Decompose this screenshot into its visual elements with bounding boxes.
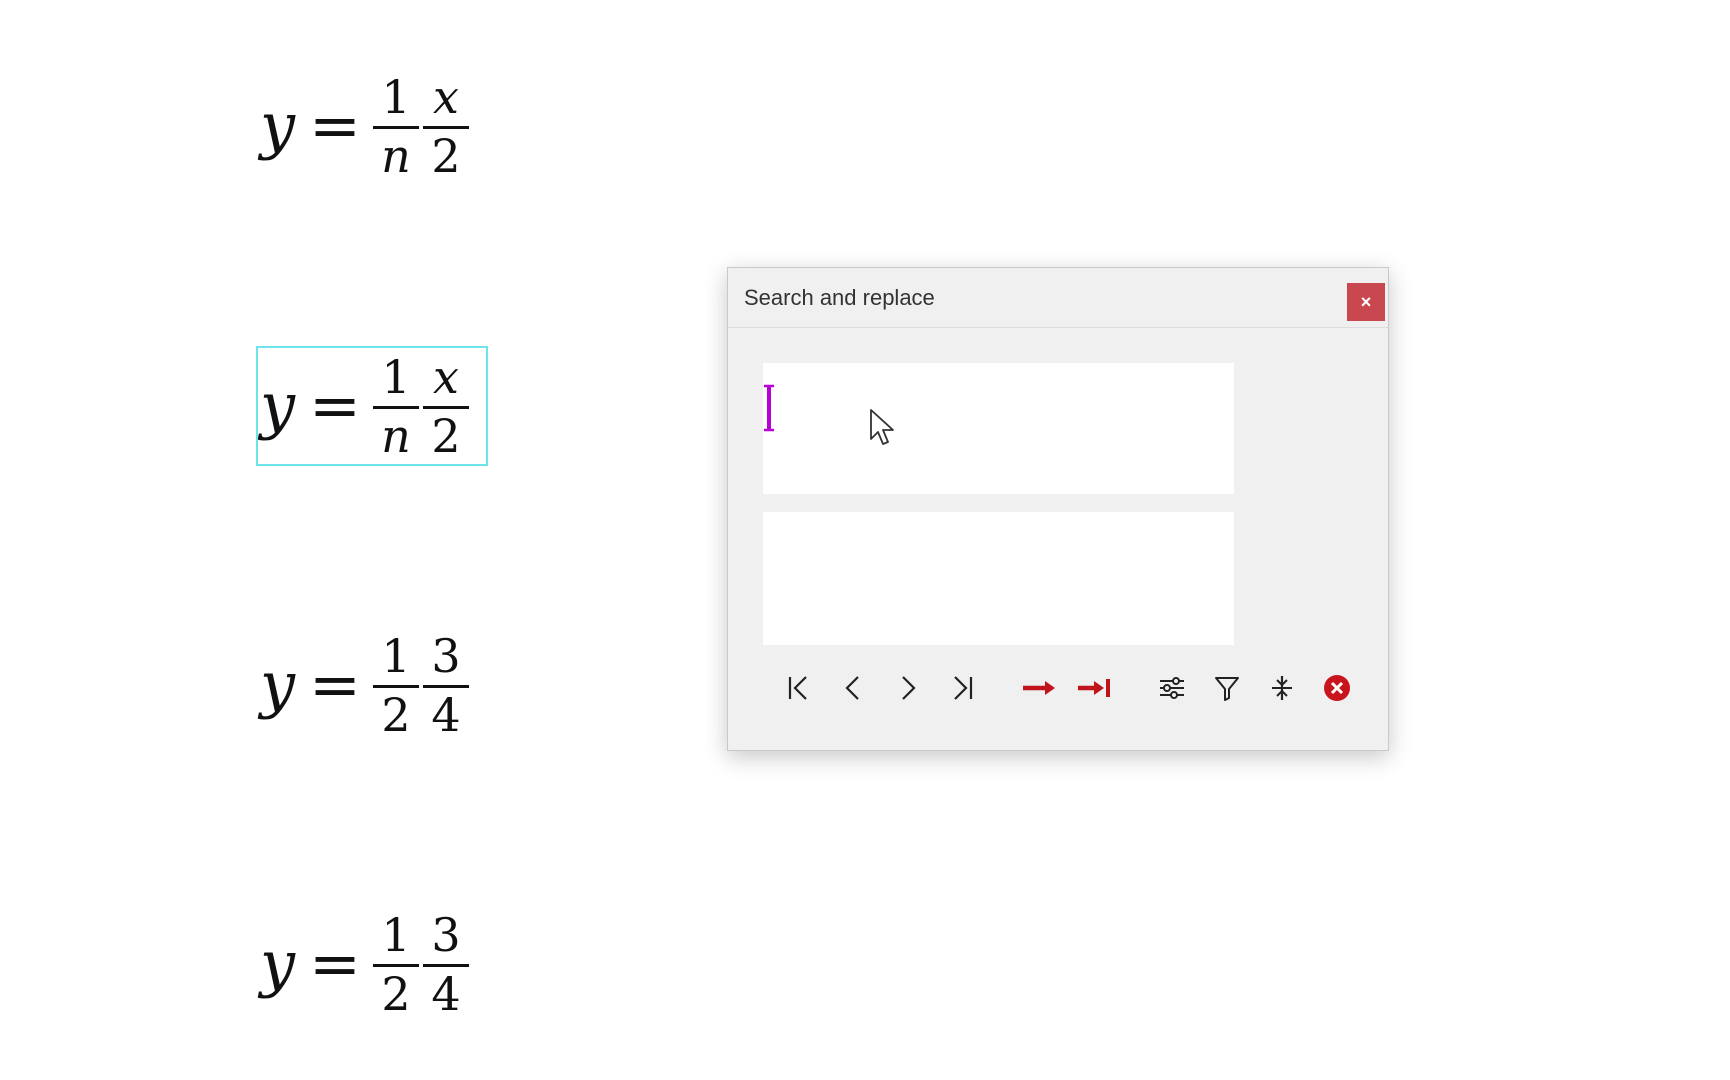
- replace-all-icon: [1078, 679, 1110, 697]
- denominator: n: [381, 128, 411, 183]
- replace-icon: [1023, 681, 1055, 695]
- mouse-pointer-icon: [870, 409, 894, 445]
- text-cursor-icon: [764, 384, 774, 432]
- fraction: 3 4: [422, 907, 469, 1021]
- filter-icon: [1215, 677, 1239, 701]
- dialog-title: Search and replace: [744, 285, 935, 310]
- numerator: x: [433, 349, 459, 404]
- first-match-button[interactable]: [776, 663, 820, 713]
- options-sliders-icon: [1160, 677, 1184, 699]
- next-match-button[interactable]: [886, 663, 930, 713]
- equation-2-selected[interactable]: y = 1 n x 2: [256, 346, 488, 466]
- equals-sign: =: [309, 927, 361, 1000]
- numerator: 3: [431, 628, 461, 683]
- fraction: 3 4: [422, 628, 469, 742]
- fraction: x 2: [422, 349, 469, 463]
- dialog-titlebar[interactable]: Search and replace ×: [728, 268, 1388, 328]
- last-match-button[interactable]: [941, 663, 985, 713]
- numerator: 1: [381, 628, 411, 683]
- fraction: x 2: [422, 69, 469, 183]
- document-canvas: y = 1 n x 2 y = 1 n x 2 y = 1 2 3 4 y = …: [0, 0, 1730, 1080]
- equation-1[interactable]: y = 1 n x 2: [258, 68, 486, 184]
- first-match-icon: [788, 676, 807, 700]
- fraction: 1 n: [372, 69, 419, 183]
- numerator: 1: [381, 907, 411, 962]
- fraction: 1 2: [372, 628, 419, 742]
- split-button[interactable]: [1260, 663, 1304, 713]
- replace-all-button[interactable]: [1072, 663, 1116, 713]
- equation-lhs: y: [260, 648, 296, 721]
- clear-icon: [1324, 675, 1350, 701]
- last-match-icon: [954, 676, 973, 700]
- fraction: 1 n: [372, 349, 419, 463]
- numerator: 1: [381, 69, 411, 124]
- equation-lhs: y: [260, 369, 296, 442]
- denominator: 2: [381, 966, 411, 1021]
- denominator: 4: [431, 966, 461, 1021]
- equation-lhs: y: [260, 89, 296, 162]
- numerator: x: [433, 69, 459, 124]
- close-button[interactable]: ×: [1347, 283, 1385, 321]
- equation-4[interactable]: y = 1 2 3 4: [258, 906, 486, 1022]
- equals-sign: =: [309, 648, 361, 721]
- denominator: 4: [431, 687, 461, 742]
- clear-button[interactable]: [1315, 663, 1359, 713]
- previous-match-icon: [845, 676, 859, 700]
- denominator: 2: [431, 408, 461, 463]
- equation-3[interactable]: y = 1 2 3 4: [258, 627, 486, 743]
- replace-button[interactable]: [1017, 663, 1061, 713]
- search-replace-dialog: Search and replace ×: [727, 267, 1389, 751]
- numerator: 1: [381, 349, 411, 404]
- fraction: 1 2: [372, 907, 419, 1021]
- equals-sign: =: [309, 369, 361, 442]
- denominator: n: [381, 408, 411, 463]
- denominator: 2: [431, 128, 461, 183]
- equation-lhs: y: [260, 927, 296, 1000]
- previous-match-button[interactable]: [831, 663, 875, 713]
- search-toolbar: [728, 663, 1388, 713]
- split-icon: [1272, 676, 1292, 700]
- equals-sign: =: [309, 89, 361, 162]
- search-input[interactable]: [763, 363, 1234, 494]
- options-button[interactable]: [1150, 663, 1194, 713]
- numerator: 3: [431, 907, 461, 962]
- next-match-icon: [902, 676, 916, 700]
- filter-button[interactable]: [1205, 663, 1249, 713]
- denominator: 2: [381, 687, 411, 742]
- replace-input[interactable]: [763, 512, 1234, 645]
